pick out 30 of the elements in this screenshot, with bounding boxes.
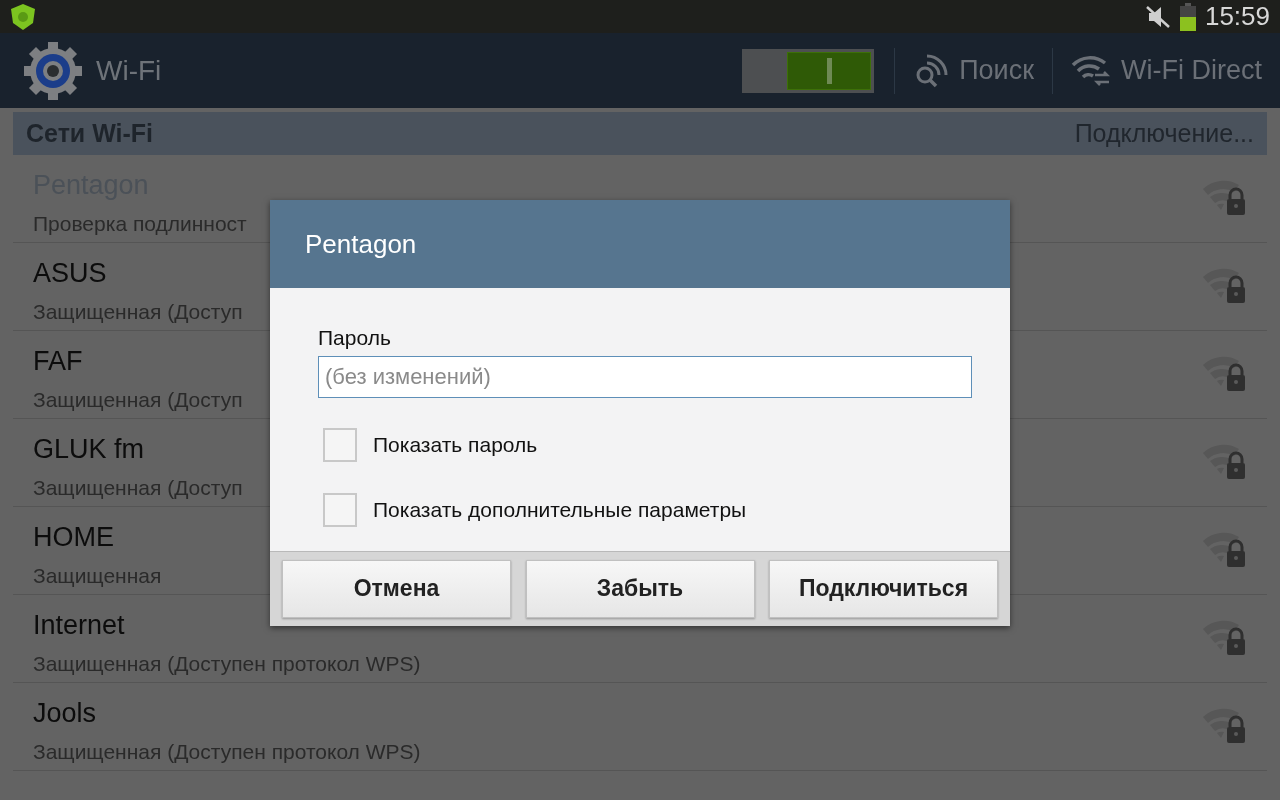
network-status: Защищенная (Доступ: [33, 474, 243, 501]
shield-icon: [10, 2, 36, 31]
network-name: ASUS: [33, 257, 108, 290]
clock: 15:59: [1204, 0, 1270, 33]
screen-title: Wi-Fi: [96, 53, 162, 88]
network-status: Защищенная (Доступ: [33, 298, 243, 325]
network-name: HOME: [33, 521, 115, 554]
password-field[interactable]: (без изменений): [318, 355, 972, 398]
battery-icon: [1178, 2, 1197, 31]
checkbox-label[interactable]: Показать дополнительные параметры: [373, 493, 747, 526]
dialog-button[interactable]: Забыть: [525, 559, 755, 618]
network-status: Проверка подлинност: [33, 210, 247, 237]
mute-icon: [1144, 4, 1171, 29]
dialog-button[interactable]: Подключиться: [769, 559, 998, 618]
network-name: Jools: [33, 697, 98, 730]
network-name: GLUK fm: [33, 433, 146, 466]
network-status: Защищенная (Доступ: [33, 386, 243, 413]
gear-icon: [22, 39, 84, 102]
wifi-switch[interactable]: [742, 48, 875, 93]
network-name: Internet: [33, 609, 126, 642]
wifi-direct-icon: [1071, 54, 1111, 87]
dialog-button[interactable]: Отмена: [282, 559, 511, 618]
network-status: Защищенная: [33, 562, 162, 589]
checkbox-label[interactable]: Показать пароль: [373, 428, 538, 461]
network-name: FAF: [33, 345, 84, 378]
checkbox[interactable]: [323, 492, 357, 527]
network-status: Защищенная (Доступен протокол WPS): [33, 650, 421, 677]
checkbox[interactable]: [323, 427, 357, 462]
network-status: Защищенная (Доступен протокол WPS): [33, 738, 421, 765]
field-label: Пароль: [318, 325, 392, 351]
